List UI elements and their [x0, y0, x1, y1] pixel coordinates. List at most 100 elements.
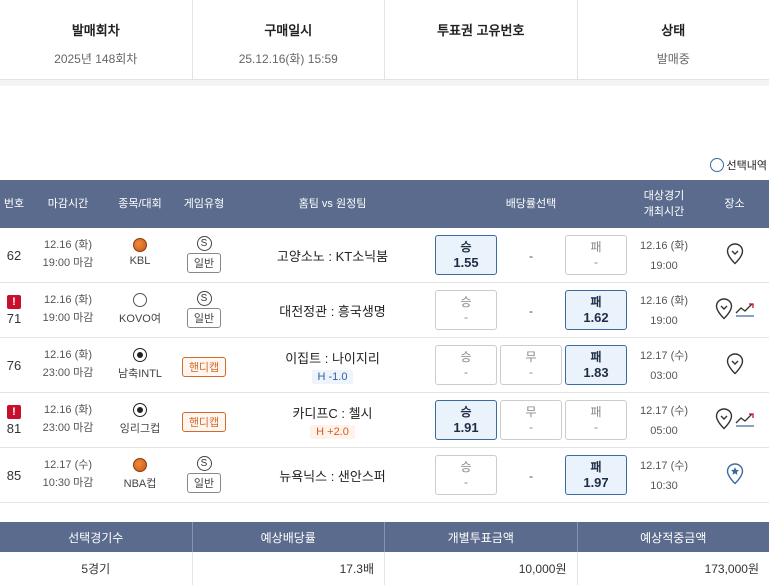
- odds-value: 1.91: [453, 420, 479, 435]
- col-match: 홈팀 vs 원정팀: [298, 198, 367, 210]
- game-time: 03:00: [650, 370, 678, 382]
- col-game-type: 게임유형: [183, 198, 225, 210]
- league-name: 잉리그컵: [119, 423, 161, 435]
- summary-round: 발매회차 2025년 148회차: [0, 0, 193, 79]
- odds-lose-button[interactable]: 패 -: [565, 235, 627, 275]
- summary-purchase: 구매일시 25.12.16(화) 15:59: [193, 0, 385, 79]
- deadline: 12.17 (수) 10:30 마감: [30, 456, 106, 492]
- odds-win-button[interactable]: 승 -: [435, 455, 497, 495]
- odds-lose-button[interactable]: 패 -: [565, 400, 627, 440]
- trend-chart-icon[interactable]: [735, 301, 755, 320]
- odds-lose-button[interactable]: 패 1.97: [565, 455, 627, 495]
- odds-value: -: [594, 255, 598, 269]
- game-type: S 일반: [176, 236, 232, 273]
- odds-win-button[interactable]: 승 -: [435, 345, 497, 385]
- odds-lose-button[interactable]: 패 1.62: [565, 290, 627, 330]
- sport-league: KOVO여: [110, 291, 170, 326]
- odds-draw-button[interactable]: 무-: [500, 400, 562, 440]
- game-date: 12.17 (수): [639, 460, 689, 472]
- sport-league: 남축INTL: [110, 346, 170, 381]
- totals-header: 선택경기수 예상배당률 개별투표금액 예상적중금액: [0, 522, 769, 552]
- trend-chart-icon[interactable]: [735, 411, 755, 430]
- match-line: 카디프C : 첼시: [292, 403, 372, 422]
- odds-value: 1.97: [583, 475, 609, 490]
- away-team: 샌안스퍼: [337, 469, 386, 484]
- home-team: 카디프C: [292, 405, 338, 421]
- table-row: 76 12.16 (화) 23:00 마감 남축INTL 핸디캡 이집트 : 나…: [0, 338, 769, 393]
- select-list-toggle[interactable]: 선택내역: [709, 157, 767, 173]
- game-date: 12.16 (화): [639, 295, 689, 307]
- odds-value: 1.83: [583, 365, 609, 380]
- deadline-date: 12.16 (화): [43, 349, 93, 361]
- vs-separator: :: [324, 249, 336, 264]
- section-divider: [0, 80, 769, 86]
- location-icon[interactable]: [715, 408, 733, 433]
- col-sport: 종목/대회: [118, 198, 162, 210]
- match-line: 고양소노 : KT소닉붐: [277, 246, 388, 265]
- basketball-icon: [133, 458, 147, 472]
- odds-lose-button[interactable]: 패 1.83: [565, 345, 627, 385]
- totals-odds: 17.3배: [193, 552, 385, 585]
- odds-value: 1.62: [583, 310, 609, 325]
- totals-values: 5경기 17.3배 10,000원 173,000원: [0, 552, 769, 585]
- match-teams: 카디프C : 첼시 H +2.0: [235, 393, 430, 448]
- venue: [700, 448, 769, 503]
- deadline-time: 23:00 마감: [42, 422, 94, 434]
- home-team: 이집트: [285, 350, 322, 366]
- select-list-label: 선택내역: [726, 160, 767, 172]
- match-line: 대전정관 : 흥국생명: [279, 301, 386, 320]
- odds-label: 패: [590, 405, 602, 419]
- col-odds: 배당률선택: [505, 198, 557, 210]
- game-start-time: 12.16 (화) 19:00: [632, 291, 696, 331]
- game-number: ! 71: [0, 283, 28, 338]
- match-line: 뉴욕닉스 : 샌안스퍼: [279, 466, 386, 485]
- match-teams: 이집트 : 나이지리 H -1.0: [235, 338, 430, 393]
- totals-header-odds: 예상배당률: [193, 522, 385, 552]
- league-name: KBL: [129, 255, 151, 267]
- deadline: 12.16 (화) 23:00 마감: [30, 401, 106, 437]
- odds-draw-button[interactable]: 무-: [500, 345, 562, 385]
- game-number: ! 81: [0, 393, 28, 448]
- game-type: S 일반: [176, 456, 232, 493]
- location-icon[interactable]: [726, 353, 744, 378]
- game-number-value: 81: [6, 421, 22, 436]
- summary-status-value: 발매중: [656, 52, 690, 66]
- deadline-date: 12.17 (수): [43, 459, 93, 471]
- vs-separator: :: [327, 304, 338, 319]
- table-row: ! 81 12.16 (화) 23:00 마감 잉리그컵 핸디캡 카디프C : 첼…: [0, 393, 769, 448]
- deadline-date: 12.16 (화): [43, 404, 93, 416]
- table-row: 85 12.17 (수) 10:30 마감 NBA컵 S 일반 뉴욕닉스 : 샌안…: [0, 448, 769, 503]
- match-teams: 고양소노 : KT소닉붐: [235, 228, 430, 283]
- soccer-ball-icon: [133, 348, 147, 362]
- deadline: 12.16 (화) 23:00 마감: [30, 346, 106, 382]
- normal-badge: 일반: [186, 473, 222, 493]
- totals-count: 5경기: [0, 552, 193, 585]
- location-star-icon[interactable]: [726, 463, 744, 488]
- odds-label: 승: [460, 295, 472, 309]
- odds-label: 패: [590, 240, 602, 254]
- summary-purchase-label: 구매일시: [264, 23, 313, 38]
- select-list-checkbox[interactable]: [709, 158, 724, 172]
- league-name: 남축INTL: [117, 368, 163, 380]
- deadline-time: 19:00 마감: [42, 312, 94, 324]
- away-team: 나이지리: [331, 350, 380, 366]
- vs-separator: :: [337, 405, 349, 421]
- away-team: 첼시: [348, 405, 373, 421]
- table-row: ! 71 12.16 (화) 19:00 마감 KOVO여 S 일반 대전정관 : …: [0, 283, 769, 338]
- odds-win-button[interactable]: 승 -: [435, 290, 497, 330]
- odds-win-button[interactable]: 승 1.55: [435, 235, 497, 275]
- location-icon[interactable]: [726, 243, 744, 268]
- handicap-value: H +2.0: [310, 424, 355, 439]
- game-time: 10:30: [650, 480, 678, 492]
- summary-status: 상태 발매중: [578, 0, 769, 79]
- location-icon[interactable]: [715, 298, 733, 323]
- game-time: 05:00: [650, 425, 678, 437]
- warning-icon: !: [7, 295, 21, 309]
- odds-win-button[interactable]: 승 1.91: [435, 400, 497, 440]
- deadline-date: 12.16 (화): [43, 239, 93, 251]
- vs-separator: :: [327, 469, 338, 484]
- odds-label: 무: [525, 350, 537, 364]
- away-team: 흥국생명: [337, 304, 386, 319]
- totals-header-count: 선택경기수: [0, 522, 193, 552]
- table-header: 번호 마감시간 종목/대회 게임유형 홈팀 vs 원정팀 배당률선택 대상경기 …: [0, 180, 769, 228]
